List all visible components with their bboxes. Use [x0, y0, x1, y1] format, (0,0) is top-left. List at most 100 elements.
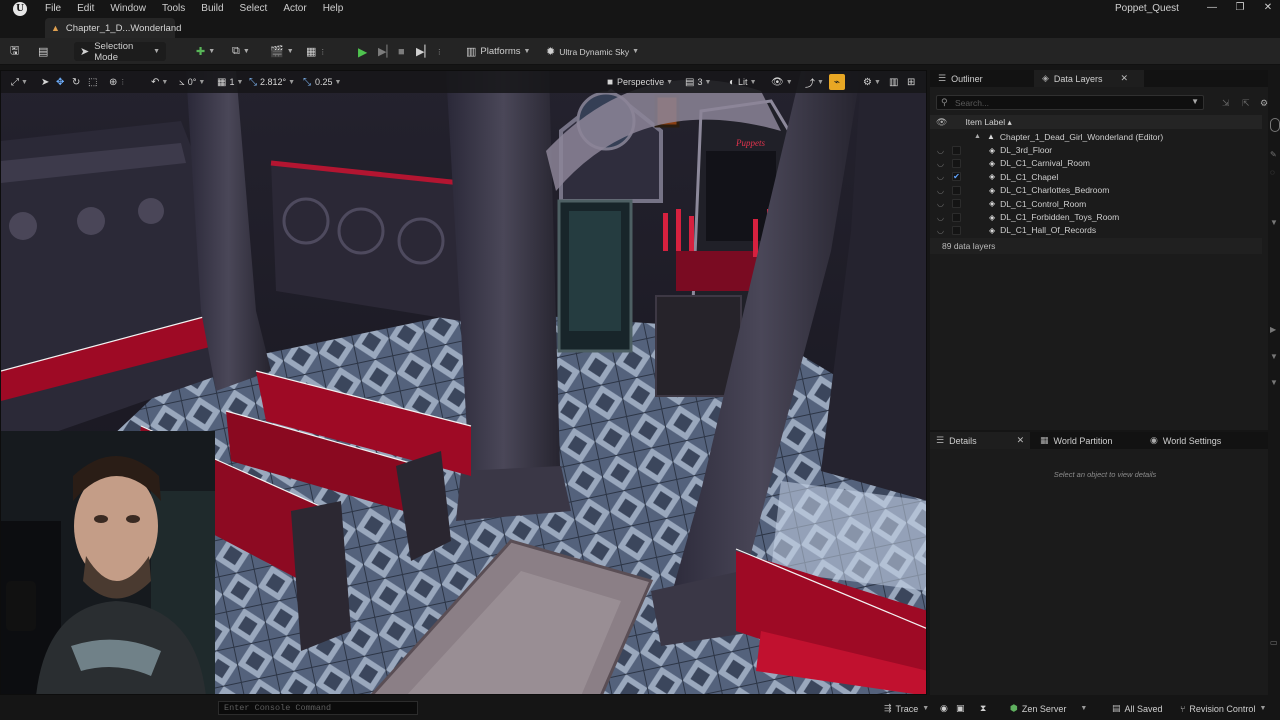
hourglass-icon[interactable]: ⧗ [980, 702, 986, 715]
fov-dropdown[interactable]: ▤ 3 ▼ [685, 74, 711, 90]
visibility-icon[interactable]: ◡ [937, 226, 944, 235]
content-browser-button[interactable]: ▤ [38, 42, 48, 61]
checkbox[interactable] [952, 212, 961, 222]
tree-row[interactable]: ◡ ◈ DL_C1_Forbidden_Toys_Room [930, 210, 1262, 223]
tree-row[interactable]: ◡ ◈ DL_C1_Control_Room [930, 197, 1262, 210]
tree-row[interactable]: ◡ ◈ DL_C1_Carnival_Room [930, 157, 1262, 170]
checkbox[interactable] [952, 185, 961, 195]
visibility-eye-icon[interactable]: 👁 [936, 117, 947, 128]
level-viewport[interactable]: Puppets ⤢ ▼ ➤ ✥ ↻ ⬚ ⊕ ⋮ ↶ ▼ ⦣ 0° ▼ ▦ 1 ▼… [0, 70, 927, 695]
show-flags-dropdown[interactable]: 👁 ▼ [771, 74, 793, 90]
level-tab[interactable]: ▲ Chapter_1_D...Wonderland [45, 18, 181, 38]
menu-actor[interactable]: Actor [275, 2, 314, 16]
tab-data-layers[interactable]: ◈ Data Layers ✕ [1034, 70, 1144, 87]
tab-details[interactable]: ☰ Details ✕ [930, 432, 1030, 449]
checkbox[interactable] [952, 158, 961, 168]
close-icon[interactable]: ✕ [1017, 435, 1025, 446]
zen-server-dropdown[interactable]: ⬢ Zen Server ▼ [1010, 702, 1087, 715]
step-button[interactable]: ▶▏ [378, 42, 395, 61]
record-icon[interactable]: ◉ [940, 702, 948, 715]
transform-tools-menu[interactable]: ⤢ ▼ [11, 74, 28, 90]
arrow-down-icon[interactable]: ▼ [1270, 218, 1278, 227]
menu-tools[interactable]: Tools [154, 2, 193, 16]
realtime-toggle[interactable]: ⤴ ▼ [805, 74, 824, 90]
menu-select[interactable]: Select [232, 2, 276, 16]
link-icon[interactable]: ◌ [1270, 168, 1275, 177]
revision-control-dropdown[interactable]: ⑂ Revision Control ▼ [1180, 702, 1266, 715]
tree-row[interactable]: ◡ ◈ DL_C1_Hall_Of_Records [930, 224, 1262, 237]
arrow-right-icon[interactable]: ▶ [1270, 325, 1276, 334]
camera-speed-button[interactable]: ⤡ 0.25 ▼ [303, 74, 341, 90]
viewport-settings-button[interactable]: ⚙ ▼ [863, 74, 881, 90]
perspective-dropdown[interactable]: ■ Perspective ▼ [607, 74, 673, 90]
maximize-viewport-button[interactable]: ⊞ [907, 74, 915, 90]
arrow-down-icon[interactable]: ▼ [1270, 352, 1278, 361]
layout-button[interactable]: ▥ [889, 74, 898, 90]
menu-help[interactable]: Help [315, 2, 352, 16]
select-tool[interactable]: ➤ [41, 74, 49, 90]
console-command-input[interactable] [218, 701, 418, 715]
screenshot-icon[interactable]: ▣ [956, 702, 965, 715]
visibility-icon[interactable]: ◡ [937, 213, 944, 222]
panel-icon[interactable]: ▭ [1270, 638, 1278, 647]
tab-world-partition[interactable]: ▦ World Partition [1034, 432, 1139, 449]
blueprint-button[interactable]: ⧉ ▼ [232, 42, 250, 61]
rotate-tool[interactable]: ↻ [72, 74, 80, 90]
add-actor-button[interactable]: ✚ ▼ [196, 42, 215, 61]
checkbox[interactable] [952, 145, 961, 155]
menu-window[interactable]: Window [102, 2, 154, 16]
menu-file[interactable]: File [37, 2, 69, 16]
modes-button[interactable]: ▦ ⋮ [306, 42, 326, 61]
ultra-dynamic-sky-dropdown[interactable]: ✹ Ultra Dynamic Sky ▼ [546, 42, 639, 61]
tree-root-row[interactable]: ▲ ▲ Chapter_1_Dead_Girl_Wonderland (Edit… [930, 130, 1262, 143]
search-input[interactable] [955, 97, 1185, 108]
settings-icon[interactable]: ⚙ [1260, 98, 1268, 109]
close-icon[interactable]: ✕ [1120, 73, 1128, 84]
selection-mode-dropdown[interactable]: ➤ Selection Mode ▼ [74, 41, 166, 63]
visibility-icon[interactable]: ◡ [937, 186, 944, 195]
checkbox[interactable] [952, 225, 961, 235]
play-button[interactable]: ▶ [358, 42, 367, 61]
scale-snap-toggle[interactable]: ⤡ 2.812° ▼ [249, 74, 295, 90]
arrow-down-icon[interactable]: ▼ [1270, 378, 1278, 387]
translate-tool[interactable]: ✥ [56, 74, 64, 90]
checkbox-checked[interactable]: ✔ [952, 172, 961, 182]
cinematics-button[interactable]: 🎬 ▼ [270, 42, 294, 61]
tree-row[interactable]: ◡ ✔ ◈ DL_C1_Chapel [930, 170, 1262, 183]
world-local-toggle[interactable]: ⊕ ⋮ [109, 74, 126, 90]
visibility-icon[interactable]: ◡ [937, 199, 944, 208]
item-label-column[interactable]: Item Label ▴ [965, 117, 1011, 128]
grid-snap-toggle[interactable]: ▦ 1 ▼ [217, 74, 243, 90]
sync-icon[interactable]: ⇱ [1242, 98, 1250, 109]
tab-world-settings[interactable]: ◉ World Settings [1146, 432, 1256, 449]
checkbox[interactable] [952, 199, 961, 209]
outliner-tab-bar: ☰ Outliner ◈ Data Layers ✕ [930, 70, 1268, 87]
filter-icon[interactable]: ⇲ [1222, 98, 1230, 109]
expand-arrow-icon[interactable]: ▲ [974, 133, 981, 140]
lit-mode-dropdown[interactable]: ◐ Lit ▼ [729, 74, 757, 90]
visibility-icon[interactable]: ◡ [937, 146, 944, 155]
all-saved-indicator[interactable]: ▤ All Saved [1112, 702, 1163, 715]
minimize-button[interactable]: — [1198, 0, 1226, 18]
game-view-toggle[interactable]: ⌁ [829, 74, 845, 90]
pencil-icon[interactable]: ✎ [1270, 150, 1277, 159]
restore-button[interactable]: ❐ [1226, 0, 1254, 18]
tab-outliner[interactable]: ☰ Outliner [934, 70, 1034, 87]
tree-row[interactable]: ◡ ◈ DL_3rd_Floor [930, 143, 1262, 156]
launch-button[interactable]: ▶▏ ⋮ [416, 42, 443, 61]
visibility-icon[interactable]: ◡ [937, 172, 944, 181]
tree-row[interactable]: ◡ ◈ DL_C1_Charlottes_Bedroom [930, 184, 1262, 197]
surface-snap-toggle[interactable]: ↶ ▼ [151, 74, 168, 90]
scale-tool[interactable]: ⬚ [88, 74, 97, 90]
trace-dropdown[interactable]: ⇶ Trace ▼ [884, 702, 929, 715]
menu-edit[interactable]: Edit [69, 2, 102, 16]
chevron-down-icon[interactable]: ▼ [1191, 97, 1199, 106]
menu-build[interactable]: Build [193, 2, 231, 16]
visibility-icon[interactable]: ◡ [937, 159, 944, 168]
stop-button[interactable]: ■ [398, 42, 405, 61]
save-button[interactable]: 🖫 [10, 42, 19, 61]
close-window-button[interactable]: ✕ [1254, 0, 1280, 18]
platforms-dropdown[interactable]: ▥ Platforms ▼ [466, 42, 530, 61]
rotation-snap-toggle[interactable]: ⦣ 0° ▼ [179, 74, 205, 90]
scroll-handle-icon[interactable] [1270, 118, 1280, 132]
